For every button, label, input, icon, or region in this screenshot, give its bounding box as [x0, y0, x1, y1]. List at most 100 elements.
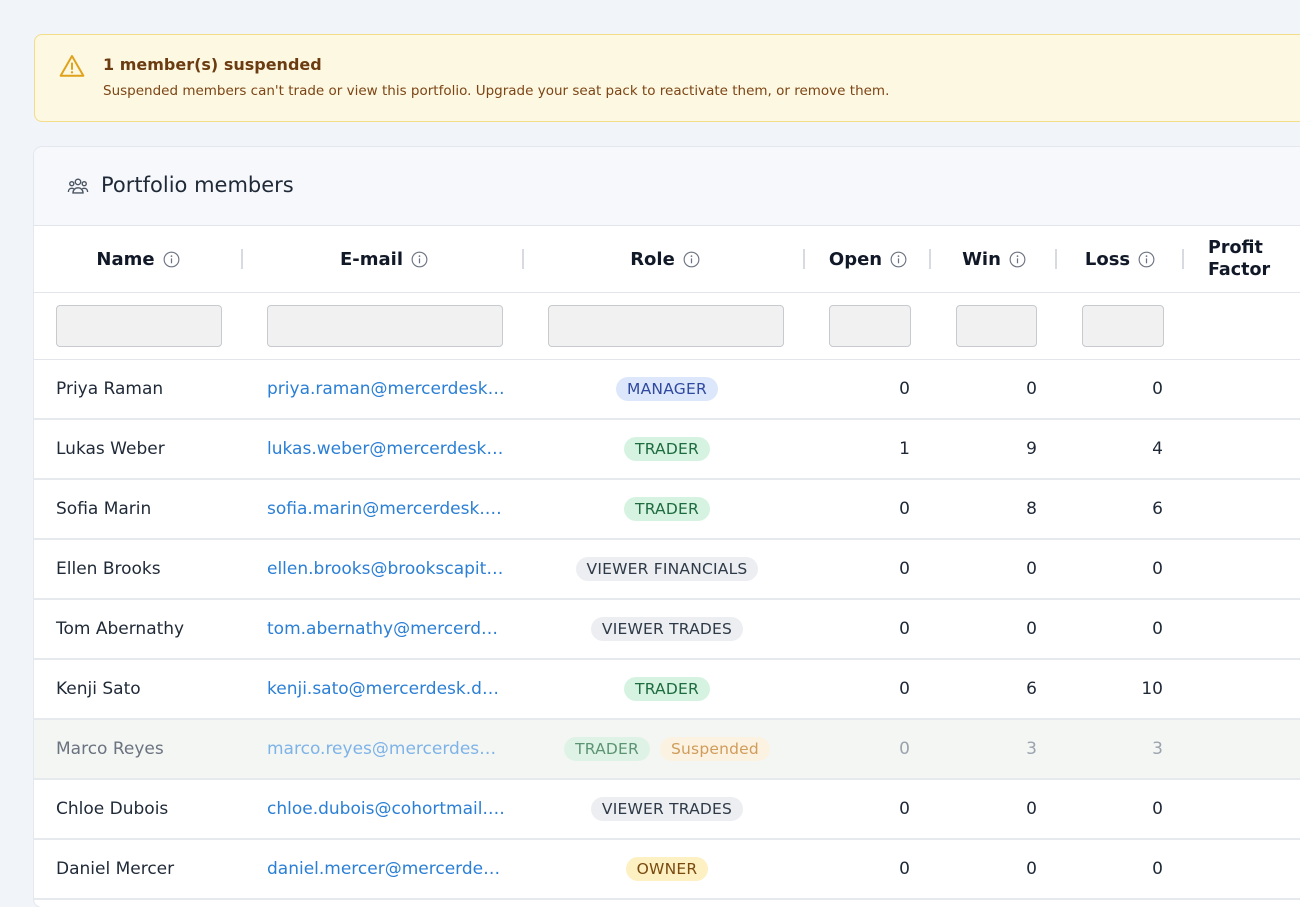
- table-header-row: Name E-mail Role Open Win Loss Profit Fa…: [34, 226, 1300, 293]
- column-header-loss[interactable]: Loss: [1058, 226, 1182, 292]
- role-badge: VIEWER TRADES: [590, 797, 744, 821]
- suspension-alert: 1 member(s) suspended Suspended members …: [34, 34, 1300, 122]
- loss-count: 0: [1152, 859, 1163, 879]
- info-icon[interactable]: [163, 251, 180, 268]
- open-count: 0: [899, 379, 910, 399]
- role-cell: TRADER: [524, 420, 810, 478]
- member-email-link[interactable]: priya.raman@mercerdesk.d...: [267, 360, 505, 418]
- card-title: Portfolio members: [101, 173, 294, 197]
- column-divider[interactable]: [1182, 249, 1184, 269]
- role-badge: VIEWER TRADES: [590, 617, 744, 641]
- loss-filter-input[interactable]: [1082, 305, 1164, 347]
- role-filter-input[interactable]: [548, 305, 784, 347]
- member-name: Ellen Brooks: [56, 559, 161, 579]
- column-divider[interactable]: [1055, 249, 1057, 269]
- role-cell: MANAGER: [524, 360, 810, 418]
- email-filter-input[interactable]: [267, 305, 503, 347]
- member-email-link[interactable]: daniel.mercer@mercerdesk...: [267, 840, 505, 898]
- member-name: Sofia Marin: [56, 499, 152, 519]
- table-row[interactable]: Daniel Mercer daniel.mercer@mercerdesk..…: [34, 840, 1300, 900]
- info-icon[interactable]: [890, 251, 907, 268]
- info-icon[interactable]: [411, 251, 428, 268]
- role-badge: TRADER: [624, 677, 710, 701]
- member-name: Tom Abernathy: [56, 619, 185, 639]
- column-label-name: Name: [96, 248, 155, 270]
- win-count: 0: [1026, 379, 1037, 399]
- win-count: 0: [1026, 799, 1037, 819]
- open-count: 0: [899, 859, 910, 879]
- role-badge: TRADER: [564, 737, 650, 761]
- column-label-role: Role: [630, 248, 675, 270]
- column-divider[interactable]: [929, 249, 931, 269]
- role-badge: OWNER: [625, 857, 709, 881]
- role-badge: TRADER: [624, 437, 710, 461]
- table-row[interactable]: Chloe Dubois chloe.dubois@cohortmail.d..…: [34, 780, 1300, 840]
- loss-count: 4: [1152, 439, 1163, 459]
- loss-count: 0: [1152, 379, 1163, 399]
- member-email-link[interactable]: ellen.brooks@brookscapita...: [267, 540, 505, 598]
- table-row[interactable]: Kenji Sato kenji.sato@mercerdesk.de... T…: [34, 660, 1300, 720]
- filter-row: [34, 293, 1300, 360]
- open-count: 0: [899, 739, 910, 759]
- column-header-name[interactable]: Name: [34, 226, 242, 292]
- open-filter-input[interactable]: [829, 305, 911, 347]
- member-name: Lukas Weber: [56, 439, 165, 459]
- win-count: 0: [1026, 559, 1037, 579]
- member-name: Kenji Sato: [56, 679, 141, 699]
- table-row[interactable]: Priya Raman priya.raman@mercerdesk.d... …: [34, 360, 1300, 420]
- column-divider[interactable]: [522, 249, 524, 269]
- role-badge: TRADER: [624, 497, 710, 521]
- open-count: 0: [899, 559, 910, 579]
- column-header-profit-factor[interactable]: Profit Factor: [1208, 226, 1300, 292]
- role-badge: MANAGER: [616, 377, 718, 401]
- role-cell: TRADER: [524, 660, 810, 718]
- column-divider[interactable]: [803, 249, 805, 269]
- column-header-win[interactable]: Win: [932, 226, 1056, 292]
- open-count: 1: [899, 439, 910, 459]
- win-count: 6: [1026, 679, 1037, 699]
- role-cell: OWNER: [524, 840, 810, 898]
- member-email-link[interactable]: tom.abernathy@mercerdes...: [267, 600, 505, 658]
- column-label-profit-factor-line1: Profit: [1208, 238, 1263, 258]
- loss-count: 3: [1152, 739, 1163, 759]
- open-count: 0: [899, 679, 910, 699]
- column-label-profit-factor-line2: Factor: [1208, 260, 1271, 280]
- info-icon[interactable]: [1138, 251, 1155, 268]
- win-count: 8: [1026, 499, 1037, 519]
- column-divider[interactable]: [241, 249, 243, 269]
- open-count: 0: [899, 619, 910, 639]
- member-email-link[interactable]: kenji.sato@mercerdesk.de...: [267, 660, 505, 718]
- suspended-badge: Suspended: [659, 737, 770, 761]
- win-filter-input[interactable]: [956, 305, 1037, 347]
- table-row[interactable]: Ellen Brooks ellen.brooks@brookscapita..…: [34, 540, 1300, 600]
- member-email-link[interactable]: sofia.marin@mercerdesk.d...: [267, 480, 505, 538]
- column-header-role[interactable]: Role: [525, 226, 805, 292]
- member-email-link[interactable]: lukas.weber@mercerdesk.d...: [267, 420, 505, 478]
- portfolio-members-card: Portfolio members Name E-mail Role Open …: [34, 147, 1300, 907]
- role-cell: TRADER Suspended: [524, 720, 810, 778]
- warning-triangle-icon: [59, 55, 85, 77]
- info-icon[interactable]: [1009, 251, 1026, 268]
- column-label-loss: Loss: [1084, 248, 1131, 270]
- table-row[interactable]: Tom Abernathy tom.abernathy@mercerdes...…: [34, 600, 1300, 660]
- table-row[interactable]: Sofia Marin sofia.marin@mercerdesk.d... …: [34, 480, 1300, 540]
- win-count: 0: [1026, 859, 1037, 879]
- open-count: 0: [899, 799, 910, 819]
- loss-count: 6: [1152, 499, 1163, 519]
- loss-count: 0: [1152, 799, 1163, 819]
- column-header-open[interactable]: Open: [806, 226, 930, 292]
- members-icon: [67, 178, 89, 194]
- table-row[interactable]: Lukas Weber lukas.weber@mercerdesk.d... …: [34, 420, 1300, 480]
- table-row-suspended[interactable]: Marco Reyes marco.reyes@mercerdesk.... T…: [34, 720, 1300, 780]
- info-icon[interactable]: [683, 251, 700, 268]
- name-filter-input[interactable]: [56, 305, 222, 347]
- member-name: Daniel Mercer: [56, 859, 175, 879]
- role-cell: VIEWER TRADES: [524, 780, 810, 838]
- member-email-link[interactable]: chloe.dubois@cohortmail.d...: [267, 780, 505, 838]
- column-label-open: Open: [828, 248, 883, 270]
- column-label-email: E-mail: [339, 248, 403, 270]
- loss-count: 10: [1141, 679, 1163, 699]
- member-email-link[interactable]: marco.reyes@mercerdesk....: [267, 720, 505, 778]
- column-header-email[interactable]: E-mail: [244, 226, 524, 292]
- open-count: 0: [899, 499, 910, 519]
